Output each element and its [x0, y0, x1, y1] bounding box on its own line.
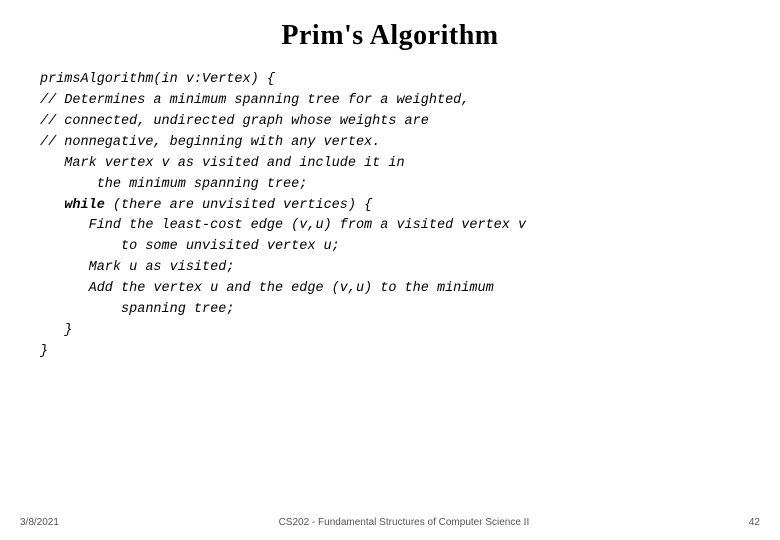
footer-course: CS202 - Fundamental Structures of Comput… [279, 517, 530, 528]
code-line-11: Add the vertex u and the edge (v,u) to t… [40, 279, 750, 300]
code-line-12: spanning tree; [40, 300, 750, 321]
code-line-3: // connected, undirected graph whose wei… [40, 112, 750, 133]
code-line-2: // Determines a minimum spanning tree fo… [40, 91, 750, 112]
code-line-5: Mark vertex v as visited and include it … [40, 154, 750, 175]
code-line-9: to some unvisited vertex u; [40, 237, 750, 258]
code-block: primsAlgorithm(in v:Vertex) { // Determi… [30, 70, 750, 363]
footer-page: 42 [749, 517, 760, 528]
code-line-13: } [40, 321, 750, 342]
code-line-10: Mark u as visited; [40, 258, 750, 279]
code-line-14: } [40, 342, 750, 363]
code-line-6: the minimum spanning tree; [40, 175, 750, 196]
keyword-while: while [64, 198, 105, 213]
slide-container: Prim's Algorithm primsAlgorithm(in v:Ver… [0, 0, 780, 540]
footer-date: 3/8/2021 [20, 517, 59, 528]
code-line-4: // nonnegative, beginning with any verte… [40, 133, 750, 154]
footer: 3/8/2021 CS202 - Fundamental Structures … [0, 517, 780, 528]
slide-title: Prim's Algorithm [30, 20, 750, 52]
code-line-8: Find the least-cost edge (v,u) from a vi… [40, 216, 750, 237]
code-line-7: while (there are unvisited vertices) { [40, 196, 750, 217]
code-line-1: primsAlgorithm(in v:Vertex) { [40, 70, 750, 91]
